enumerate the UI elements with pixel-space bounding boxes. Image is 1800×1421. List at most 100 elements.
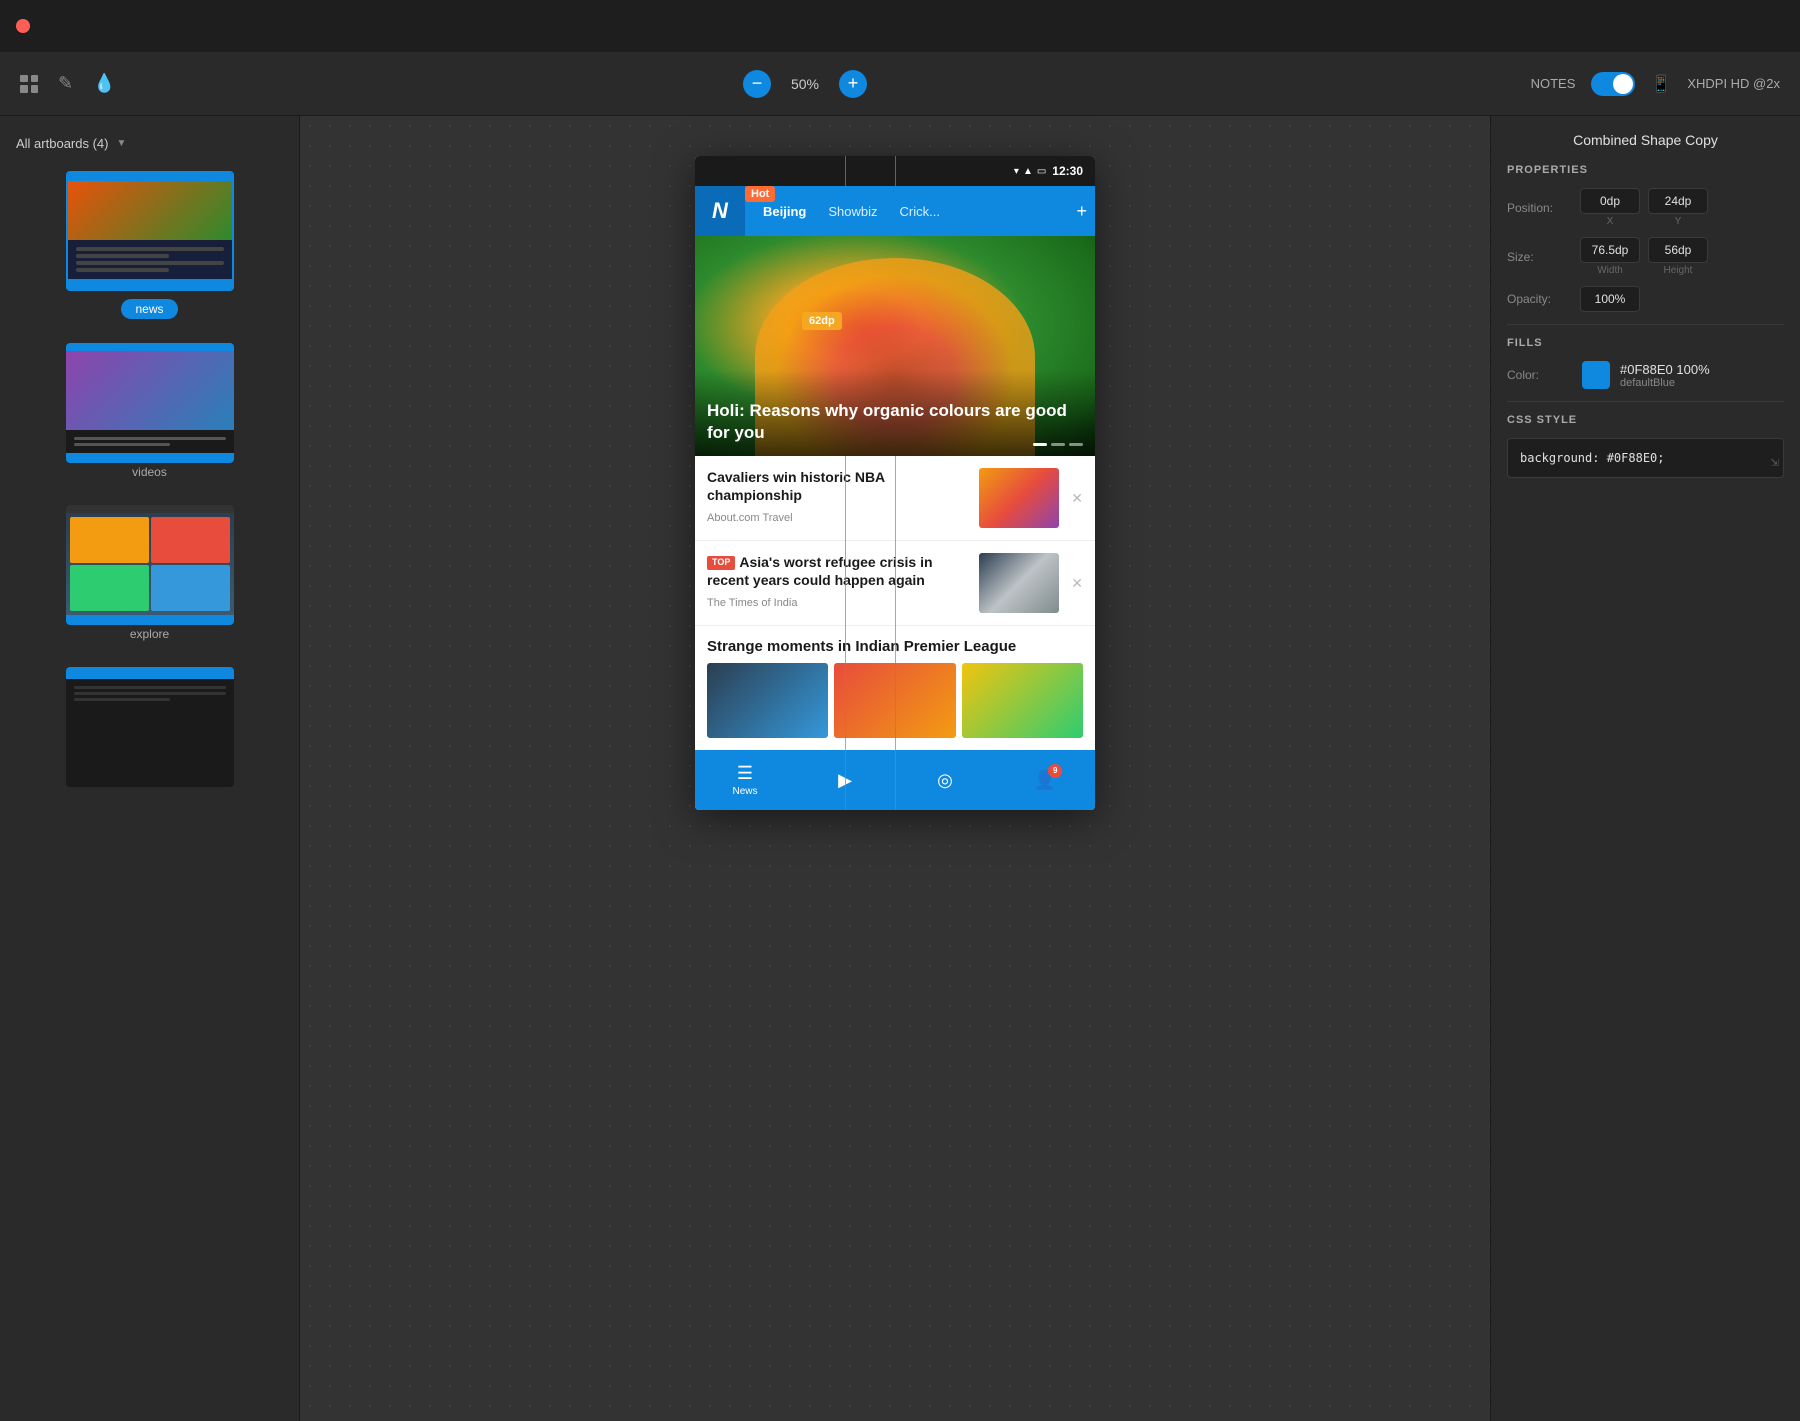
size-width-label: Width — [1580, 265, 1640, 276]
sidebar: All artboards (4) ▼ news — [0, 116, 300, 1421]
phone-mockup: ▾ ▲ ▭ 12:30 N Hot Beijing Showbiz Crick.… — [695, 156, 1095, 810]
grid-view-icon[interactable] — [20, 75, 38, 93]
hero-dot-1 — [1033, 443, 1047, 446]
hero-dots — [1033, 443, 1083, 446]
artboard-thumb-profile — [66, 667, 234, 787]
position-y-value[interactable]: 24dp — [1648, 188, 1708, 214]
nav-tabs: Beijing Showbiz Crick... — [745, 200, 1068, 223]
main-content: All artboards (4) ▼ news — [0, 116, 1800, 1421]
properties-section-header: PROPERTIES — [1507, 164, 1784, 176]
notes-label: NOTES — [1531, 76, 1576, 91]
chevron-down-icon: ▼ — [116, 138, 126, 149]
news-nav-icon: ☰ — [737, 763, 753, 784]
measure-tooltip: 62dp — [802, 312, 842, 330]
artboards-header[interactable]: All artboards (4) ▼ — [16, 136, 283, 151]
opacity-value[interactable]: 100% — [1580, 286, 1640, 312]
news-content-2: TOPAsia's worst refugee crisis in recent… — [707, 553, 967, 609]
hero-dot-2 — [1051, 443, 1065, 446]
news-close-1[interactable]: ✕ — [1071, 490, 1083, 507]
wifi-icon: ▾ — [1014, 166, 1019, 177]
size-height-value[interactable]: 56dp — [1648, 237, 1708, 263]
panel-title: Combined Shape Copy — [1507, 132, 1784, 148]
divider-2 — [1507, 401, 1784, 402]
news-title-2: TOPAsia's worst refugee crisis in recent… — [707, 553, 967, 589]
fill-info: #0F88E0 100% defaultBlue — [1620, 362, 1710, 389]
zoom-in-button[interactable]: + — [839, 70, 867, 98]
top-badge: TOP — [707, 556, 735, 570]
explore-nav-icon: ◎ — [937, 770, 953, 791]
hero-title: Holi: Reasons why organic colours are go… — [707, 400, 1083, 444]
notification-count: 9 — [1048, 764, 1062, 778]
signal-icon: ▲ — [1023, 166, 1033, 177]
add-tab-button[interactable]: + — [1068, 201, 1095, 222]
traffic-light-close[interactable] — [16, 19, 30, 33]
position-x-label: X — [1580, 216, 1640, 227]
news-thumb-1 — [979, 468, 1059, 528]
device-label: XHDPI HD @2x — [1687, 76, 1780, 91]
size-width-column: 76.5dp Width — [1580, 237, 1640, 276]
artboard-thumb-explore — [66, 505, 234, 625]
fill-row: Color: #0F88E0 100% defaultBlue — [1507, 361, 1784, 389]
cricket-section: Strange moments in Indian Premier League — [695, 626, 1095, 750]
nav-tab-cricket[interactable]: Crick... — [889, 200, 949, 223]
bottom-nav-profile[interactable]: 👤 9 — [995, 770, 1095, 791]
bottom-nav-news[interactable]: ☰ News — [695, 763, 795, 797]
hot-badge: Hot — [745, 186, 775, 202]
cricket-section-title: Strange moments in Indian Premier League — [695, 626, 1095, 663]
nav-tab-showbiz[interactable]: Showbiz — [818, 200, 887, 223]
artboard-item-news[interactable]: news — [16, 171, 283, 319]
artboard-label-explore: explore — [130, 627, 169, 641]
notification-badge: 👤 9 — [1034, 770, 1056, 791]
news-title-1: Cavaliers win historic NBA championship — [707, 468, 967, 504]
hero-dot-3 — [1069, 443, 1083, 446]
artboard-item-explore[interactable]: explore — [16, 505, 283, 643]
cricket-thumb-1 — [707, 663, 828, 738]
position-values: 0dp X 24dp Y — [1580, 188, 1784, 227]
fill-name: defaultBlue — [1620, 377, 1710, 389]
nav-tab-beijing[interactable]: Beijing — [753, 200, 816, 223]
bottom-nav: ☰ News ▶ ◎ 👤 9 — [695, 750, 1095, 810]
fill-color-swatch[interactable] — [1582, 361, 1610, 389]
size-values: 76.5dp Width 56dp Height — [1580, 237, 1784, 276]
css-style-section-header: CSS STYLE — [1507, 414, 1784, 426]
artboard-label-videos: videos — [132, 465, 167, 479]
zoom-out-button[interactable]: − — [743, 70, 771, 98]
position-row: Position: 0dp X 24dp Y — [1507, 188, 1784, 227]
hero-image: Holi: Reasons why organic colours are go… — [695, 236, 1095, 456]
app-logo: N — [695, 186, 745, 236]
size-width-value[interactable]: 76.5dp — [1580, 237, 1640, 263]
position-y-label: Y — [1648, 216, 1708, 227]
status-time: 12:30 — [1052, 164, 1083, 178]
bottom-nav-video[interactable]: ▶ — [795, 770, 895, 791]
status-bar: ▾ ▲ ▭ 12:30 — [695, 156, 1095, 186]
video-nav-icon: ▶ — [838, 770, 852, 791]
edit-icon[interactable]: ✎ — [58, 73, 73, 94]
fill-color-label: Color: — [1507, 368, 1572, 382]
artboard-label-news: news — [121, 299, 177, 319]
notes-toggle[interactable] — [1591, 72, 1635, 96]
position-label: Position: — [1507, 201, 1572, 215]
canvas[interactable]: 62dp ▾ ▲ ▭ 12:30 N Hot — [300, 116, 1490, 1421]
css-style-text: background: #0F88E0; — [1520, 451, 1665, 465]
news-close-2[interactable]: ✕ — [1071, 575, 1083, 592]
artboard-thumb-videos — [66, 343, 234, 463]
position-x-value[interactable]: 0dp — [1580, 188, 1640, 214]
news-item-2[interactable]: TOPAsia's worst refugee crisis in recent… — [695, 541, 1095, 626]
artboard-item-videos[interactable]: videos — [16, 343, 283, 481]
size-height-label: Height — [1648, 265, 1708, 276]
battery-icon: ▭ — [1037, 166, 1046, 177]
dropper-icon[interactable]: 💧 — [93, 73, 115, 94]
artboard-item-profile[interactable] — [16, 667, 283, 787]
bottom-nav-explore[interactable]: ◎ — [895, 770, 995, 791]
position-y-column: 24dp Y — [1648, 188, 1708, 227]
toolbar: ✎ 💧 − 50% + NOTES 📱 XHDPI HD @2x — [0, 52, 1800, 116]
size-height-column: 56dp Height — [1648, 237, 1708, 276]
size-label: Size: — [1507, 250, 1572, 264]
news-content-1: Cavaliers win historic NBA championship … — [707, 468, 967, 524]
opacity-label: Opacity: — [1507, 292, 1572, 306]
news-item-1[interactable]: Cavaliers win historic NBA championship … — [695, 456, 1095, 541]
fill-hex: #0F88E0 100% — [1620, 362, 1710, 377]
css-style-box[interactable]: background: #0F88E0; ⇲ — [1507, 438, 1784, 478]
resize-handle-icon: ⇲ — [1771, 452, 1779, 473]
news-source-2: The Times of India — [707, 597, 967, 609]
